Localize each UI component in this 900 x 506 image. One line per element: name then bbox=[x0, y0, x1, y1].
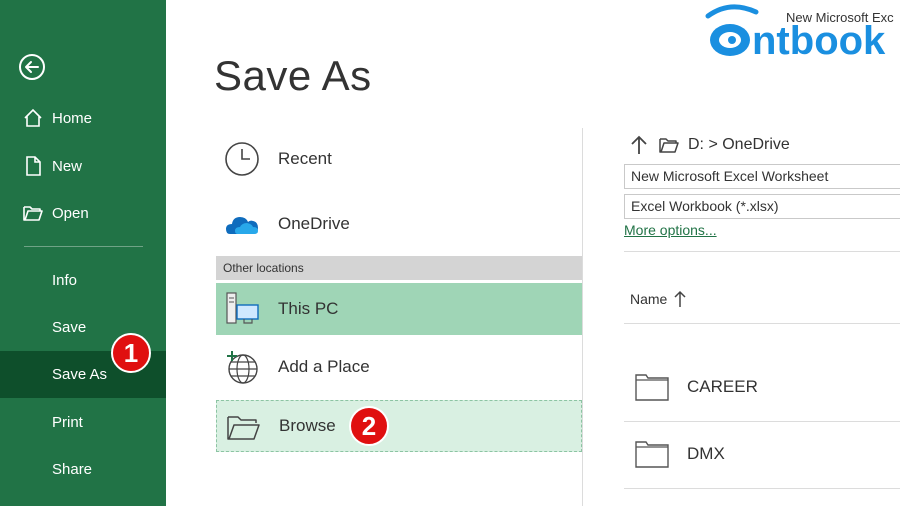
folder-icon bbox=[635, 441, 669, 468]
nav-label: Save As bbox=[52, 366, 108, 383]
nav-share[interactable]: Share bbox=[0, 446, 166, 493]
cloud-icon bbox=[226, 217, 258, 234]
up-arrow-icon[interactable] bbox=[628, 134, 650, 156]
location-add-place[interactable]: Add a Place bbox=[216, 341, 582, 393]
open-folder-icon bbox=[23, 206, 43, 221]
nav-home[interactable]: Home bbox=[0, 95, 166, 142]
location-browse[interactable]: Browse bbox=[216, 400, 582, 452]
location-recent[interactable]: Recent bbox=[216, 133, 582, 185]
divider bbox=[624, 488, 900, 489]
back-arrow-icon[interactable] bbox=[18, 53, 46, 81]
divider bbox=[624, 251, 900, 252]
pane-divider bbox=[582, 128, 583, 506]
folder-name: CAREER bbox=[687, 377, 758, 396]
sidebar-divider bbox=[24, 246, 143, 247]
nav-label: Print bbox=[52, 414, 83, 431]
backstage-sidebar: Home New Open Info Save Save As Print Sh… bbox=[0, 0, 166, 506]
location-label: Browse bbox=[279, 416, 336, 435]
column-label: Name bbox=[630, 291, 668, 307]
location-onedrive[interactable]: OneDrive bbox=[216, 198, 582, 250]
location-this-pc[interactable]: This PC bbox=[216, 283, 582, 335]
home-icon bbox=[24, 108, 42, 127]
step-badge-1: 1 bbox=[111, 333, 151, 373]
other-locations-header: Other locations bbox=[216, 256, 582, 280]
nav-label: Share bbox=[52, 461, 93, 478]
location-label: Add a Place bbox=[278, 357, 370, 376]
pc-icon bbox=[226, 292, 259, 324]
folder-row-career[interactable]: CAREER bbox=[634, 367, 900, 407]
divider bbox=[624, 421, 900, 422]
nav-info[interactable]: Info bbox=[0, 257, 166, 304]
divider bbox=[624, 323, 900, 324]
breadcrumb-path[interactable]: D: > OneDrive bbox=[688, 136, 790, 154]
name-column-header[interactable]: Name bbox=[630, 290, 687, 308]
location-label: Recent bbox=[278, 149, 332, 168]
nav-label: Info bbox=[52, 272, 78, 289]
filename-input[interactable]: New Microsoft Excel Worksheet bbox=[624, 164, 900, 189]
nav-label: Save bbox=[52, 319, 87, 336]
page-title: Save As bbox=[214, 52, 372, 99]
folder-name: DMX bbox=[687, 444, 725, 463]
folder-row-dmx[interactable]: DMX bbox=[634, 434, 900, 474]
folder-open-icon bbox=[227, 416, 260, 440]
ntbook-logo: ntbook bbox=[705, 4, 886, 62]
location-label: OneDrive bbox=[278, 214, 350, 233]
nav-label: Open bbox=[52, 205, 89, 222]
nav-open[interactable]: Open bbox=[0, 190, 166, 237]
location-label: This PC bbox=[278, 299, 339, 318]
step-badge-2: 2 bbox=[349, 406, 389, 446]
folder-icon bbox=[635, 374, 669, 401]
globe-plus-icon bbox=[227, 351, 258, 384]
breadcrumb: D: > OneDrive bbox=[628, 132, 790, 158]
file-type-select[interactable]: Excel Workbook (*.xlsx) bbox=[624, 194, 900, 219]
new-document-icon bbox=[26, 156, 41, 176]
nav-print[interactable]: Print bbox=[0, 399, 166, 446]
nav-label: Home bbox=[52, 110, 93, 127]
sort-up-icon bbox=[674, 290, 686, 307]
nav-new[interactable]: New bbox=[0, 143, 166, 190]
folder-icon bbox=[659, 138, 679, 153]
watermark-text: ntbook bbox=[752, 19, 886, 62]
nav-label: New bbox=[52, 158, 83, 175]
clock-icon bbox=[225, 142, 259, 176]
more-options-link[interactable]: More options... bbox=[624, 222, 717, 238]
